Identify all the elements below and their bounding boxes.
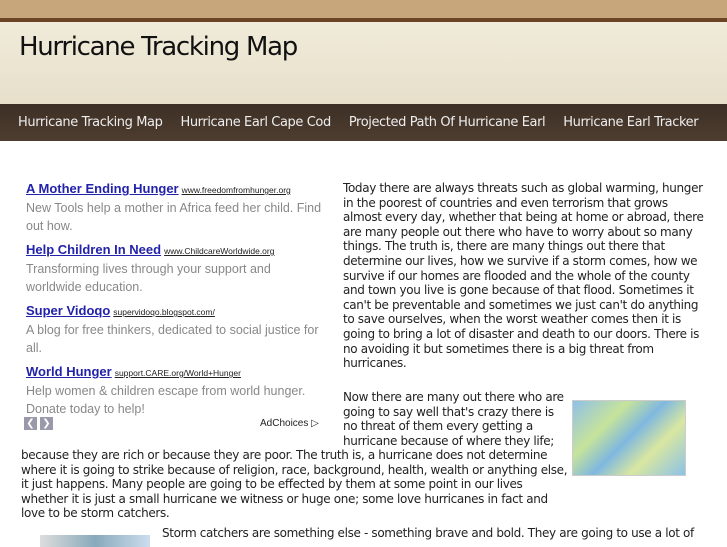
top-bar: [0, 0, 727, 18]
article-paragraph: Today there are always threats such as g…: [343, 181, 704, 371]
nav-hurricane-tracking-map[interactable]: Hurricane Tracking Map: [18, 115, 163, 130]
site-title[interactable]: Hurricane Tracking Map: [19, 32, 298, 62]
ad-title[interactable]: A Mother Ending Hunger: [26, 181, 179, 196]
main-nav: Hurricane Tracking Map Hurricane Earl Ca…: [0, 104, 727, 141]
header: Hurricane Tracking Map: [0, 22, 727, 104]
ad-item: Super Vidoqo supervidoqo.blogspot.com/A b…: [26, 302, 326, 357]
chevron-right-icon[interactable]: ❯: [40, 417, 53, 430]
map-thumbnail-image: [40, 535, 150, 547]
article-paragraph: Now there are many out there who are goi…: [343, 390, 564, 448]
ad-desc: Transforming lives through your support …: [26, 262, 271, 294]
ad-url[interactable]: support.CARE.org/World+Hunger: [115, 368, 241, 378]
ad-desc: New Tools help a mother in Africa feed h…: [26, 201, 322, 233]
chevron-left-icon[interactable]: ❮: [24, 417, 37, 430]
ad-desc: A blog for free thinkers, dedicated to s…: [26, 323, 319, 355]
nav-hurricane-earl-tracker[interactable]: Hurricane Earl Tracker: [563, 115, 698, 130]
nav-hurricane-earl-cape-cod[interactable]: Hurricane Earl Cape Cod: [180, 115, 331, 130]
ad-desc: Help women & children escape from world …: [26, 384, 306, 416]
ad-url[interactable]: www.ChildcareWorldwide.org: [164, 246, 274, 256]
article-paragraph: because they are rich or because they ar…: [21, 448, 711, 521]
ad-url[interactable]: www.freedomfromhunger.org: [182, 185, 291, 195]
ad-item: Help Children In Need www.ChildcareWorldw…: [26, 241, 326, 296]
ad-title[interactable]: World Hunger: [26, 364, 112, 379]
ad-item: A Mother Ending Hunger www.freedomfromhun…: [26, 180, 326, 235]
adchoices-icon: ▷: [311, 418, 319, 429]
ad-title[interactable]: Help Children In Need: [26, 242, 161, 257]
ad-url[interactable]: supervidoqo.blogspot.com/: [113, 307, 215, 317]
nav-projected-path[interactable]: Projected Path Of Hurricane Earl: [349, 115, 546, 130]
ad-pager: ❮ ❯: [24, 417, 53, 430]
float-spacer: [571, 448, 711, 492]
ad-item: World Hunger support.CARE.org/World+Hunge…: [26, 363, 326, 418]
adchoices-label: AdChoices: [260, 418, 309, 429]
adchoices-link[interactable]: AdChoices ▷: [260, 418, 319, 429]
article-paragraph: Storm catchers are something else - some…: [162, 526, 694, 540]
article-text: because they are rich or because they ar…: [21, 448, 568, 521]
ad-title[interactable]: Super Vidoqo: [26, 303, 110, 318]
ad-block: A Mother Ending Hunger www.freedomfromhun…: [26, 180, 326, 424]
